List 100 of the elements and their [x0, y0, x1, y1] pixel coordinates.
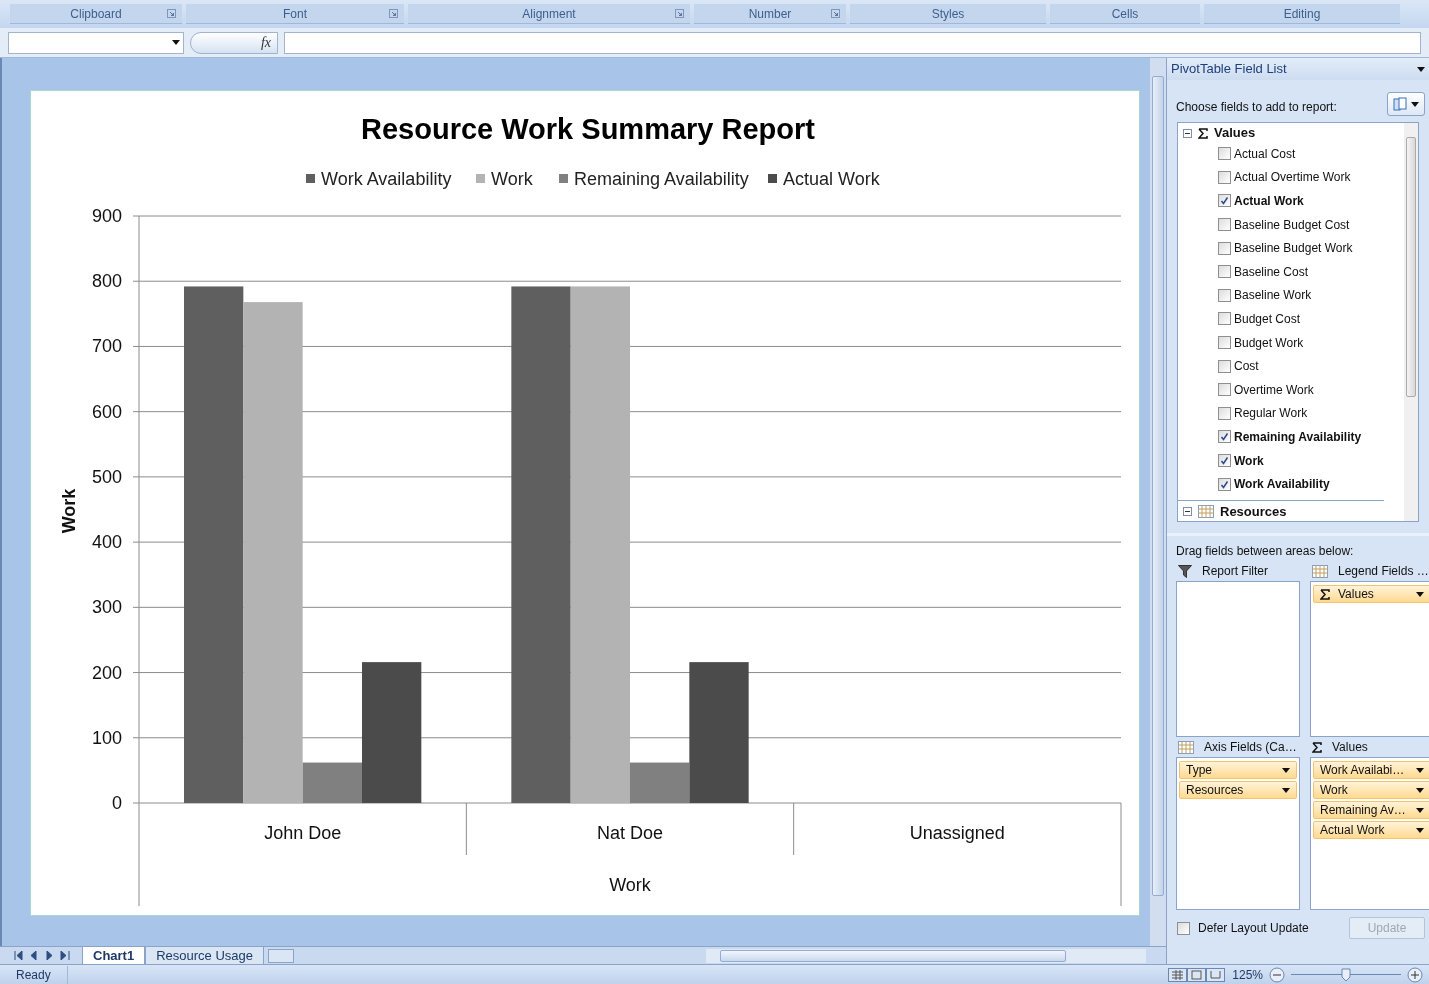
zoom-slider-thumb[interactable]: [1341, 967, 1351, 982]
checkbox[interactable]: [1218, 147, 1231, 161]
caret-icon: [1416, 591, 1424, 597]
field-label[interactable]: Work Availability: [1234, 475, 1330, 494]
panel-title: PivotTable Field List: [1171, 60, 1287, 79]
ribbon-group-label: Editing: [1204, 4, 1400, 24]
axis-tick-label: 700: [91, 336, 122, 357]
collapse-icon[interactable]: [1183, 128, 1192, 138]
checkbox[interactable]: [1218, 218, 1231, 232]
checkbox[interactable]: [1218, 194, 1231, 208]
ribbon-group-label: Styles: [850, 4, 1046, 24]
drop-area[interactable]: Type Resources: [1176, 757, 1300, 910]
checkbox[interactable]: [1218, 241, 1231, 255]
checkbox[interactable]: [1218, 383, 1231, 397]
collapse-icon[interactable]: [1183, 507, 1192, 517]
ribbon-group-label: Cells: [1050, 4, 1200, 24]
field-label[interactable]: Actual Work: [1234, 192, 1304, 210]
table-icon: [1198, 505, 1214, 519]
axis-tick-label: 500: [91, 466, 122, 487]
checkbox[interactable]: [1218, 454, 1231, 467]
axis-tick-label: 200: [91, 662, 122, 683]
drop-area[interactable]: Work Availabi… Work Remaining Av… Actual Work: [1310, 757, 1429, 910]
legend-item: Work Availability: [306, 169, 452, 189]
field-chip[interactable]: Work Availabi…: [1313, 761, 1429, 779]
axis-tick-label: 900: [91, 206, 122, 226]
field-label[interactable]: Baseline Budget Work: [1234, 239, 1353, 258]
scrollbar[interactable]: [1404, 123, 1418, 521]
dialog-launcher-icon[interactable]: [675, 9, 684, 18]
ribbon-group-label: Alignment: [408, 4, 690, 24]
x-axis-title: Work: [609, 875, 651, 895]
ribbon-group-label: Clipboard: [10, 4, 182, 24]
sigma-icon: [1320, 588, 1330, 600]
zoom-in-icon[interactable]: [1407, 966, 1423, 983]
checkbox[interactable]: [1218, 406, 1231, 420]
sheet-navigation-icon[interactable]: [14, 951, 72, 960]
caret-icon: [1416, 767, 1424, 773]
checkbox[interactable]: [1218, 430, 1231, 444]
layout-button[interactable]: [1387, 92, 1425, 116]
new-sheet-icon[interactable]: [268, 948, 294, 963]
field-label[interactable]: Baseline Work: [1234, 286, 1312, 305]
field-chip[interactable]: Resources: [1179, 781, 1297, 799]
field-list-prompt: Choose fields to add to report:: [1176, 99, 1337, 116]
axis-tick-label: 100: [91, 727, 122, 748]
category-label: John Doe: [264, 823, 342, 843]
drop-area[interactable]: Values: [1310, 581, 1429, 737]
zoom-level[interactable]: 125%: [1232, 965, 1263, 984]
field-label[interactable]: Regular Work: [1234, 404, 1308, 423]
field-label[interactable]: Budget Cost: [1234, 309, 1301, 328]
sheet-tab[interactable]: Resource Usage: [145, 946, 264, 965]
layout-icon: [1393, 97, 1407, 111]
ribbon-group-label: Font: [186, 4, 404, 24]
field-label[interactable]: Baseline Cost: [1234, 262, 1309, 281]
dialog-launcher-icon[interactable]: [831, 9, 840, 18]
drop-area[interactable]: [1176, 581, 1300, 737]
dialog-launcher-icon[interactable]: [389, 9, 398, 18]
category-label: Nat Doe: [597, 823, 663, 843]
zoom-out-icon[interactable]: [1269, 966, 1285, 983]
chart-title: Resource Work Summary Report: [361, 113, 815, 145]
checkbox[interactable]: [1218, 265, 1231, 279]
field-chip[interactable]: Type: [1179, 761, 1297, 779]
checkbox[interactable]: [1218, 336, 1231, 350]
checkbox[interactable]: [1218, 359, 1231, 373]
field-label[interactable]: Work: [1234, 451, 1264, 470]
view-buttons-icon[interactable]: [1168, 967, 1227, 982]
sheet-tab[interactable]: Chart1: [82, 946, 146, 965]
caret-icon: [1416, 827, 1424, 833]
sigma-icon: [1312, 741, 1322, 753]
field-chip[interactable]: Values: [1313, 585, 1429, 603]
field-label[interactable]: Budget Work: [1234, 333, 1304, 352]
field-label[interactable]: Cost: [1234, 357, 1259, 376]
horizontal-scrollbar[interactable]: [706, 948, 1146, 963]
field-chip[interactable]: Actual Work: [1313, 821, 1429, 839]
caret-icon: [1416, 807, 1424, 813]
status-text: Ready: [0, 965, 68, 984]
checkbox[interactable]: [1218, 170, 1231, 184]
checkbox[interactable]: [1177, 921, 1190, 935]
axis-tick-label: 800: [91, 271, 122, 292]
dialog-launcher-icon[interactable]: [167, 9, 176, 18]
checkbox[interactable]: [1218, 312, 1231, 326]
legend-item: Actual Work: [768, 169, 880, 189]
legend-item: Remaining Availability: [559, 169, 749, 189]
formula-input[interactable]: [284, 31, 1421, 54]
name-box[interactable]: [8, 31, 184, 54]
y-axis-title: Work: [59, 488, 79, 534]
vertical-scrollbar[interactable]: [1150, 58, 1166, 946]
field-label[interactable]: Baseline Budget Cost: [1234, 215, 1350, 234]
caret-icon: [172, 40, 180, 45]
area-label: Report Filter: [1202, 563, 1269, 580]
field-label[interactable]: Actual Cost: [1234, 144, 1296, 163]
checkbox[interactable]: [1218, 288, 1231, 302]
function-button[interactable]: fx: [190, 31, 278, 54]
field-label[interactable]: Actual Overtime Work: [1234, 168, 1351, 187]
field-chip[interactable]: Remaining Av…: [1313, 801, 1429, 819]
legend-label: Work: [491, 169, 534, 189]
checkbox[interactable]: [1218, 477, 1231, 491]
defer-label[interactable]: Defer Layout Update: [1198, 919, 1309, 937]
field-label[interactable]: Overtime Work: [1234, 380, 1314, 399]
field-chip[interactable]: Work: [1313, 781, 1429, 799]
field-label[interactable]: Remaining Availability: [1234, 427, 1362, 446]
area-label: Values: [1332, 739, 1368, 756]
